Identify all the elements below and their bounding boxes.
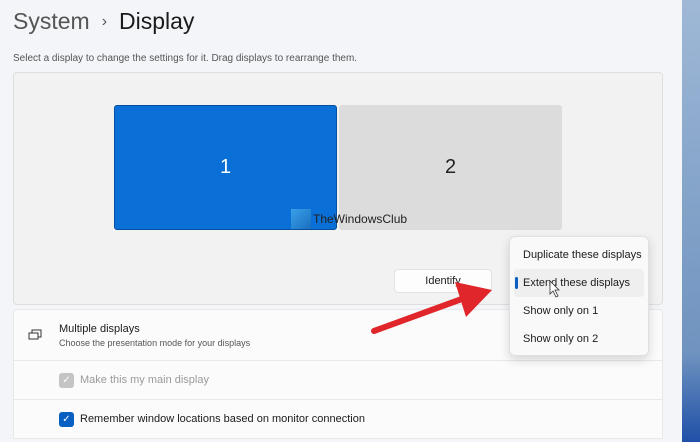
main-display-label: Make this my main display [80,374,209,386]
display-1-label: 1 [219,156,232,178]
watermark-text: TheWindowsClub [313,212,408,226]
menu-item-duplicate[interactable]: Duplicate these displays [514,241,644,269]
multiple-displays-title: Multiple displays [59,323,140,335]
menu-item-extend[interactable]: Extend these displays [514,269,644,297]
multiple-displays-subtitle: Choose the presentation mode for your di… [59,338,251,348]
main-display-checkbox[interactable]: ✓ [59,372,74,388]
identify-button[interactable]: Identify [394,269,492,293]
remember-locations-row: ✓ Remember window locations based on mon… [13,400,663,439]
breadcrumb: System › Display [13,8,194,35]
chevron-right-icon: › [101,12,108,30]
presentation-mode-dropdown: Duplicate these displays Extend these di… [509,236,649,356]
breadcrumb-system[interactable]: System [13,8,90,35]
display-2-label: 2 [444,156,457,178]
remember-locations-label: Remember window locations based on monit… [80,413,365,425]
desktop-wallpaper [682,0,700,442]
main-display-row: ✓ Make this my main display [13,361,663,400]
multiple-displays-icon [28,329,42,340]
menu-item-show-only-1[interactable]: Show only on 1 [514,297,644,325]
menu-item-show-only-2[interactable]: Show only on 2 [514,325,644,353]
settings-window: System › Display Select a display to cha… [0,0,682,442]
remember-locations-checkbox[interactable]: ✓ [59,411,74,427]
page-title: Display [119,8,195,34]
windows-logo-icon [291,209,311,229]
watermark: TheWindowsClub [291,209,407,229]
page-description: Select a display to change the settings … [13,53,358,64]
